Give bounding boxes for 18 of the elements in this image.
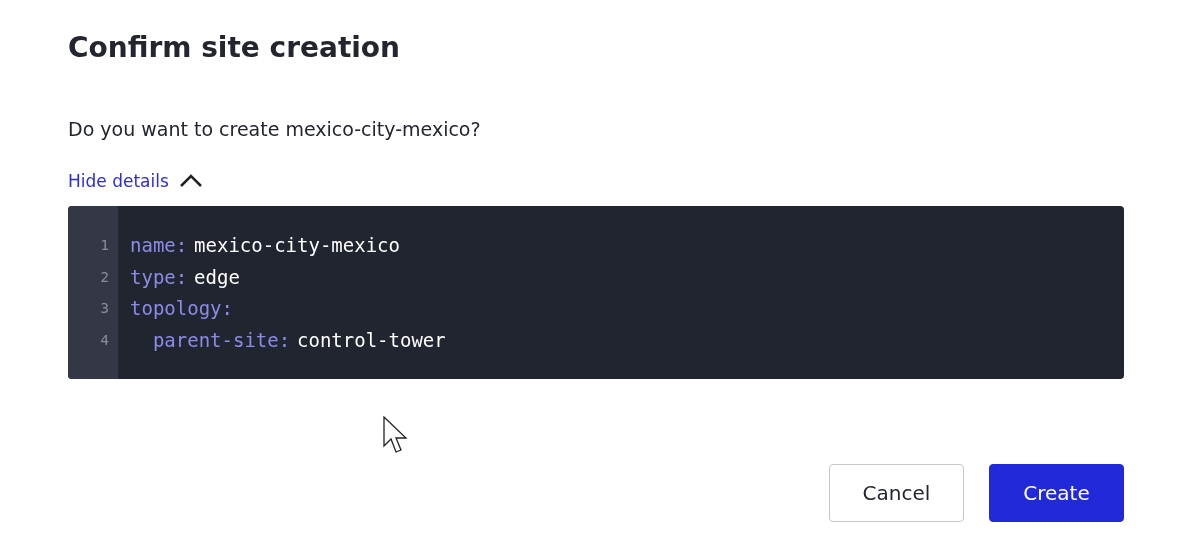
mouse-pointer-icon	[383, 416, 409, 456]
yaml-value: mexico-city-mexico	[194, 234, 400, 256]
yaml-key: topology:	[130, 297, 233, 319]
yaml-value: control-tower	[297, 328, 446, 351]
dialog-title: Confirm site creation	[68, 30, 402, 66]
confirmation-message: Do you want to create mexico-city-mexico?	[68, 117, 482, 142]
cancel-button[interactable]: Cancel	[829, 464, 964, 522]
line-number: 3	[99, 299, 110, 318]
hide-details-link[interactable]: Hide details	[68, 168, 203, 194]
yaml-key: name:	[130, 234, 188, 256]
line-number: 4	[99, 330, 110, 350]
line-number: 1	[99, 236, 110, 255]
yaml-key: parent-site:	[152, 328, 291, 351]
chevron-up-icon	[178, 174, 203, 188]
line-number: 2	[99, 267, 110, 287]
yaml-value: edge	[194, 265, 240, 288]
yaml-key: type:	[130, 265, 188, 288]
create-button[interactable]: Create	[989, 464, 1124, 522]
